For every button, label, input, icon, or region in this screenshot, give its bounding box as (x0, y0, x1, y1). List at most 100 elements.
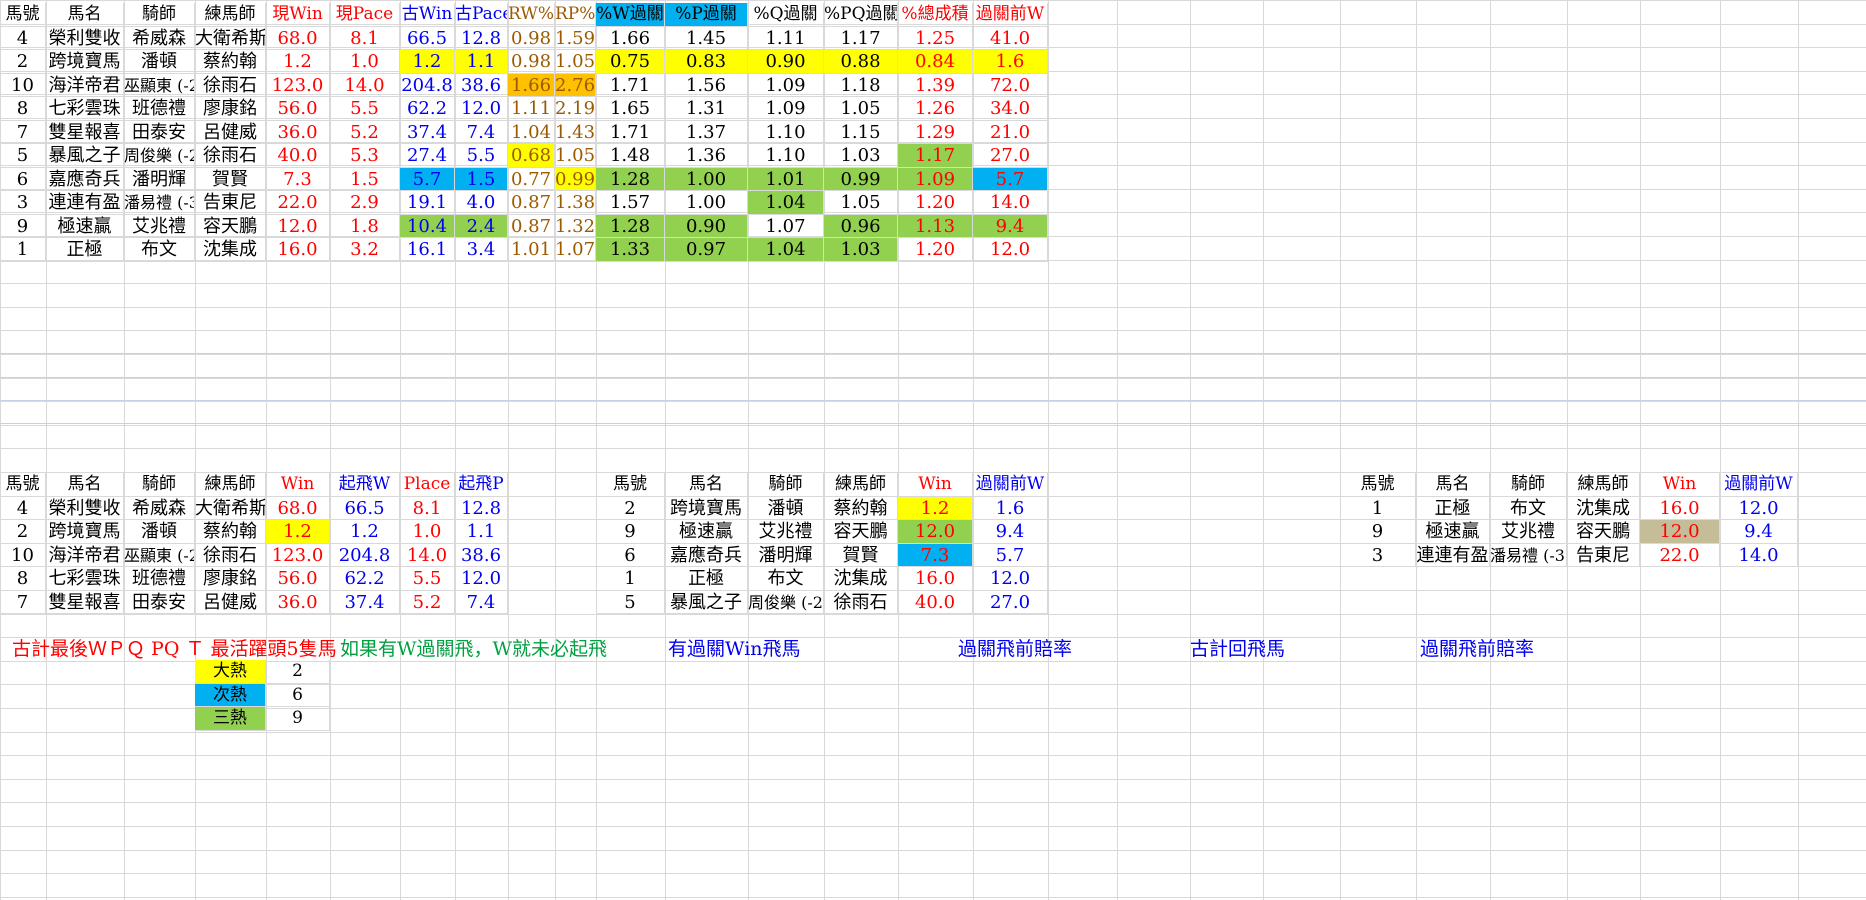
bl-table-cell[interactable]: 12.8 (455, 496, 508, 520)
bl-table-cell[interactable]: 蔡約翰 (195, 520, 266, 544)
top-table-cell[interactable]: 潘頓 (124, 50, 195, 74)
top-table-cell[interactable]: 1.05 (824, 191, 898, 215)
top-table-cell[interactable]: 2.19 (555, 97, 596, 121)
bm-table-cell[interactable]: 40.0 (898, 590, 973, 614)
bm-table-cell[interactable]: 跨境寶馬 (665, 496, 748, 520)
br-header-cell[interactable]: 練馬師 (1567, 473, 1640, 497)
br-table-cell[interactable]: 1 (1340, 496, 1416, 520)
bm-table-cell[interactable]: 9 (596, 520, 665, 544)
top-table-cell[interactable]: 1.38 (555, 191, 596, 215)
top-header-cell[interactable]: %PQ過關 (824, 3, 898, 27)
top-table-cell[interactable]: 1.20 (898, 238, 973, 262)
top-table-cell[interactable]: 1.01 (748, 167, 824, 191)
top-table-cell[interactable]: 1.15 (824, 120, 898, 144)
top-table-cell[interactable]: 27.0 (973, 144, 1048, 168)
top-table-cell[interactable]: 1.01 (508, 238, 555, 262)
bl-table-cell[interactable]: 海洋帝君 (46, 543, 124, 567)
top-table-cell[interactable]: 雙星報喜 (46, 120, 124, 144)
top-table-cell[interactable]: 0.90 (665, 214, 748, 238)
top-table-cell[interactable]: 37.4 (400, 120, 455, 144)
top-table-cell[interactable]: 123.0 (266, 73, 330, 97)
top-table-cell[interactable]: 8.1 (330, 26, 400, 50)
top-table-cell[interactable]: 3 (0, 191, 46, 215)
br-header-cell[interactable]: 騎師 (1490, 473, 1567, 497)
top-header-cell[interactable]: 過關前W (973, 3, 1048, 27)
bl-table-cell[interactable]: 1.1 (455, 520, 508, 544)
bl-table-cell[interactable]: 12.0 (455, 567, 508, 591)
bm-table-cell[interactable]: 容天鵬 (824, 520, 898, 544)
bl-table-cell[interactable]: 2 (0, 520, 46, 544)
top-table-cell[interactable]: 1.36 (665, 144, 748, 168)
top-table-cell[interactable]: 12.0 (266, 214, 330, 238)
top-header-cell[interactable]: %P過關 (665, 3, 748, 27)
top-table-cell[interactable]: 4 (0, 26, 46, 50)
top-table-cell[interactable]: 海洋帝君 (46, 73, 124, 97)
top-table-cell[interactable]: 徐雨石 (195, 73, 266, 97)
bm-header-cell[interactable]: 馬名 (665, 473, 748, 497)
top-table-cell[interactable]: 1.04 (748, 191, 824, 215)
top-header-cell[interactable]: 古Win (400, 3, 455, 27)
bm-table-cell[interactable]: 布文 (748, 567, 824, 591)
bl-table-cell[interactable]: 37.4 (330, 590, 400, 614)
top-table-cell[interactable]: 1.43 (555, 120, 596, 144)
br-header-cell[interactable]: 馬號 (1340, 473, 1416, 497)
bm-table-cell[interactable]: 7.3 (898, 543, 973, 567)
top-table-cell[interactable]: 1.28 (596, 167, 665, 191)
top-table-cell[interactable]: 1.17 (898, 144, 973, 168)
top-table-cell[interactable]: 嘉應奇兵 (46, 167, 124, 191)
br-table-cell[interactable]: 9.4 (1720, 520, 1798, 544)
top-table-cell[interactable]: 1.0 (330, 50, 400, 74)
top-table-cell[interactable]: 正極 (46, 238, 124, 262)
top-table-cell[interactable]: 40.0 (266, 144, 330, 168)
bl-table-cell[interactable]: 38.6 (455, 543, 508, 567)
top-table-cell[interactable]: 7.4 (455, 120, 508, 144)
bl-table-cell[interactable]: 田泰安 (124, 590, 195, 614)
top-table-cell[interactable]: 1.11 (508, 97, 555, 121)
top-table-cell[interactable]: 68.0 (266, 26, 330, 50)
top-table-cell[interactable]: 1.25 (898, 26, 973, 50)
top-table-cell[interactable]: 1 (0, 238, 46, 262)
top-table-cell[interactable]: 1.00 (665, 191, 748, 215)
top-table-cell[interactable]: 1.26 (898, 97, 973, 121)
top-table-cell[interactable]: 7 (0, 120, 46, 144)
bl-table-cell[interactable]: 希威森 (124, 496, 195, 520)
top-table-cell[interactable]: 72.0 (973, 73, 1048, 97)
top-table-cell[interactable]: 1.03 (824, 144, 898, 168)
top-table-cell[interactable]: 8 (0, 97, 46, 121)
bl-table-cell[interactable]: 62.2 (330, 567, 400, 591)
top-table-cell[interactable]: 1.17 (824, 26, 898, 50)
top-table-cell[interactable]: 0.83 (665, 50, 748, 74)
bl-table-cell[interactable]: 4 (0, 496, 46, 520)
top-table-cell[interactable]: 12.8 (455, 26, 508, 50)
bl-table-cell[interactable]: 1.2 (330, 520, 400, 544)
bl-header-cell[interactable]: 馬號 (0, 473, 46, 497)
top-table-cell[interactable]: 16.1 (400, 238, 455, 262)
top-header-cell[interactable]: 練馬師 (195, 3, 266, 27)
top-table-cell[interactable]: 1.05 (555, 50, 596, 74)
bm-table-cell[interactable]: 極速贏 (665, 520, 748, 544)
legend-label[interactable]: 次熱 (195, 683, 266, 707)
bm-table-cell[interactable]: 艾兆禮 (748, 520, 824, 544)
top-table-cell[interactable]: 1.03 (824, 238, 898, 262)
bm-header-cell[interactable]: 馬號 (596, 473, 665, 497)
bl-table-cell[interactable]: 潘頓 (124, 520, 195, 544)
top-table-cell[interactable]: 0.75 (596, 50, 665, 74)
bm-table-cell[interactable]: 6 (596, 543, 665, 567)
br-table-cell[interactable]: 布文 (1490, 496, 1567, 520)
legend-label[interactable]: 三熱 (195, 707, 266, 731)
br-table-cell[interactable]: 沈集成 (1567, 496, 1640, 520)
top-table-cell[interactable]: 22.0 (266, 191, 330, 215)
bl-table-cell[interactable]: 10 (0, 543, 46, 567)
bm-header-cell[interactable]: Win (898, 473, 973, 497)
top-table-cell[interactable]: 5.7 (973, 167, 1048, 191)
top-table-cell[interactable]: 徐雨石 (195, 144, 266, 168)
br-table-cell[interactable]: 9 (1340, 520, 1416, 544)
top-table-cell[interactable]: 1.1 (455, 50, 508, 74)
top-table-cell[interactable]: 巫顯東 (-2 (124, 73, 195, 97)
top-table-cell[interactable]: 9.4 (973, 214, 1048, 238)
top-header-cell[interactable]: %W過關 (596, 3, 665, 27)
top-table-cell[interactable]: 5.2 (330, 120, 400, 144)
top-table-cell[interactable]: 七彩雲珠 (46, 97, 124, 121)
top-table-cell[interactable]: 1.37 (665, 120, 748, 144)
bl-table-cell[interactable]: 8 (0, 567, 46, 591)
